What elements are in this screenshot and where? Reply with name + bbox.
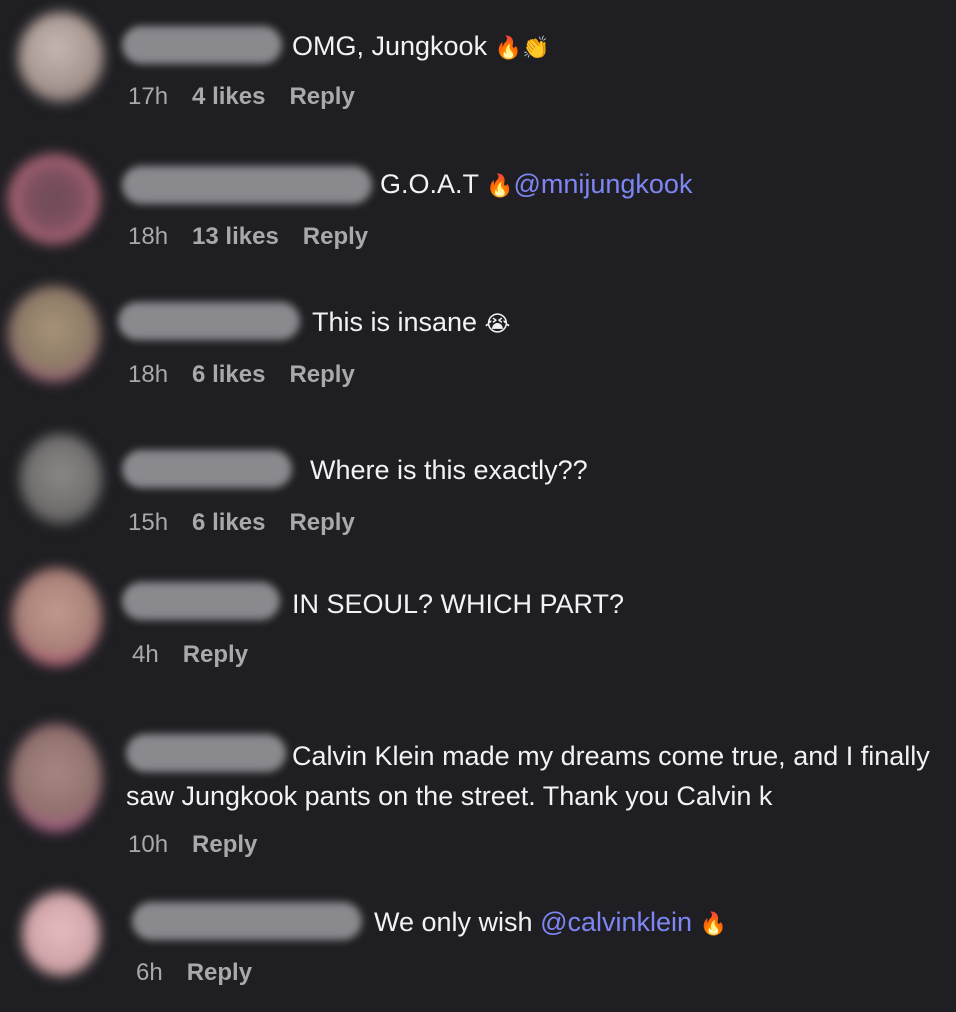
- comment-meta: 15h 6 likes Reply: [128, 508, 379, 538]
- likes-count[interactable]: 13 likes: [192, 222, 279, 252]
- username-blurred[interactable]: [122, 450, 292, 488]
- reply-button[interactable]: Reply: [289, 508, 354, 538]
- comment-meta: 4h Reply: [132, 640, 272, 670]
- mention-link[interactable]: @calvinklein: [540, 907, 692, 937]
- comment-item: IN SEOUL? WHICH PART? 4h Reply: [0, 560, 956, 690]
- avatar[interactable]: [8, 154, 100, 244]
- comment-body: G.O.A.T: [380, 169, 479, 199]
- comment-body: This is insane: [312, 307, 478, 337]
- username-blurred[interactable]: [132, 902, 362, 940]
- timestamp: 15h: [128, 509, 169, 536]
- comment-body: OMG, Jungkook: [292, 31, 488, 61]
- reply-button[interactable]: Reply: [183, 640, 248, 670]
- reply-button[interactable]: Reply: [289, 360, 354, 390]
- comment-body: Calvin Klein made my dreams come true, a…: [126, 741, 930, 811]
- username-blurred[interactable]: [122, 166, 372, 204]
- avatar[interactable]: [20, 434, 102, 524]
- fire-clap-emoji-icon: 🔥👏: [494, 36, 550, 61]
- timestamp: 4h: [132, 641, 159, 668]
- username-blurred[interactable]: [118, 302, 300, 340]
- avatar[interactable]: [22, 892, 100, 976]
- comment-text: This is insane 😭: [312, 302, 510, 345]
- avatar[interactable]: [10, 724, 102, 832]
- fire-emoji-icon: 🔥: [486, 174, 514, 199]
- avatar[interactable]: [18, 12, 104, 102]
- comment-meta: 17h 4 likes Reply: [128, 82, 379, 112]
- likes-count[interactable]: 4 likes: [192, 82, 265, 112]
- timestamp: 17h: [128, 83, 169, 110]
- reply-button[interactable]: Reply: [303, 222, 368, 252]
- comment-item: Calvin Klein made my dreams come true, a…: [0, 718, 956, 878]
- comment-item: We only wish @calvinklein 🔥 6h Reply: [0, 884, 956, 1012]
- comment-item: Where is this exactly?? 15h 6 likes Reply: [0, 428, 956, 558]
- timestamp: 6h: [136, 959, 163, 986]
- comment-text: OMG, Jungkook 🔥👏: [292, 26, 549, 69]
- likes-count[interactable]: 6 likes: [192, 360, 265, 390]
- likes-count[interactable]: 6 likes: [192, 508, 265, 538]
- reply-button[interactable]: Reply: [187, 958, 252, 988]
- comment-body: Where is this exactly??: [310, 455, 588, 485]
- comment-text: G.O.A.T 🔥@mnijungkook: [380, 164, 692, 207]
- timestamp: 18h: [128, 361, 169, 388]
- avatar[interactable]: [8, 286, 100, 382]
- comment-meta: 18h 13 likes Reply: [128, 222, 392, 252]
- reply-button[interactable]: Reply: [289, 82, 354, 112]
- comment-item: This is insane 😭 18h 6 likes Reply: [0, 280, 956, 410]
- comment-body: IN SEOUL? WHICH PART?: [292, 589, 625, 619]
- comment-item: G.O.A.T 🔥@mnijungkook 18h 13 likes Reply: [0, 140, 956, 270]
- comment-text: IN SEOUL? WHICH PART?: [292, 584, 624, 624]
- comment-meta: 10h Reply: [128, 830, 281, 860]
- comment-item: OMG, Jungkook 🔥👏 17h 4 likes Reply: [0, 0, 956, 130]
- username-blurred[interactable]: [122, 582, 280, 620]
- reply-button[interactable]: Reply: [192, 830, 257, 860]
- comment-meta: 6h Reply: [136, 958, 276, 988]
- fire-emoji-icon: 🔥: [699, 912, 727, 937]
- avatar[interactable]: [12, 568, 102, 666]
- mention-link[interactable]: @mnijungkook: [513, 169, 692, 199]
- timestamp: 18h: [128, 223, 169, 250]
- comment-body: We only wish: [374, 907, 533, 937]
- comment-text: Where is this exactly??: [310, 450, 588, 490]
- comment-text: Calvin Klein made my dreams come true, a…: [126, 736, 956, 816]
- timestamp: 10h: [128, 831, 169, 858]
- comment-feed: OMG, Jungkook 🔥👏 17h 4 likes Reply G.O.A.T…: [0, 0, 956, 1012]
- comment-text: We only wish @calvinklein 🔥: [374, 902, 727, 945]
- username-blurred[interactable]: [122, 26, 282, 64]
- crying-face-emoji-icon: 😭: [484, 312, 511, 337]
- comment-meta: 18h 6 likes Reply: [128, 360, 379, 390]
